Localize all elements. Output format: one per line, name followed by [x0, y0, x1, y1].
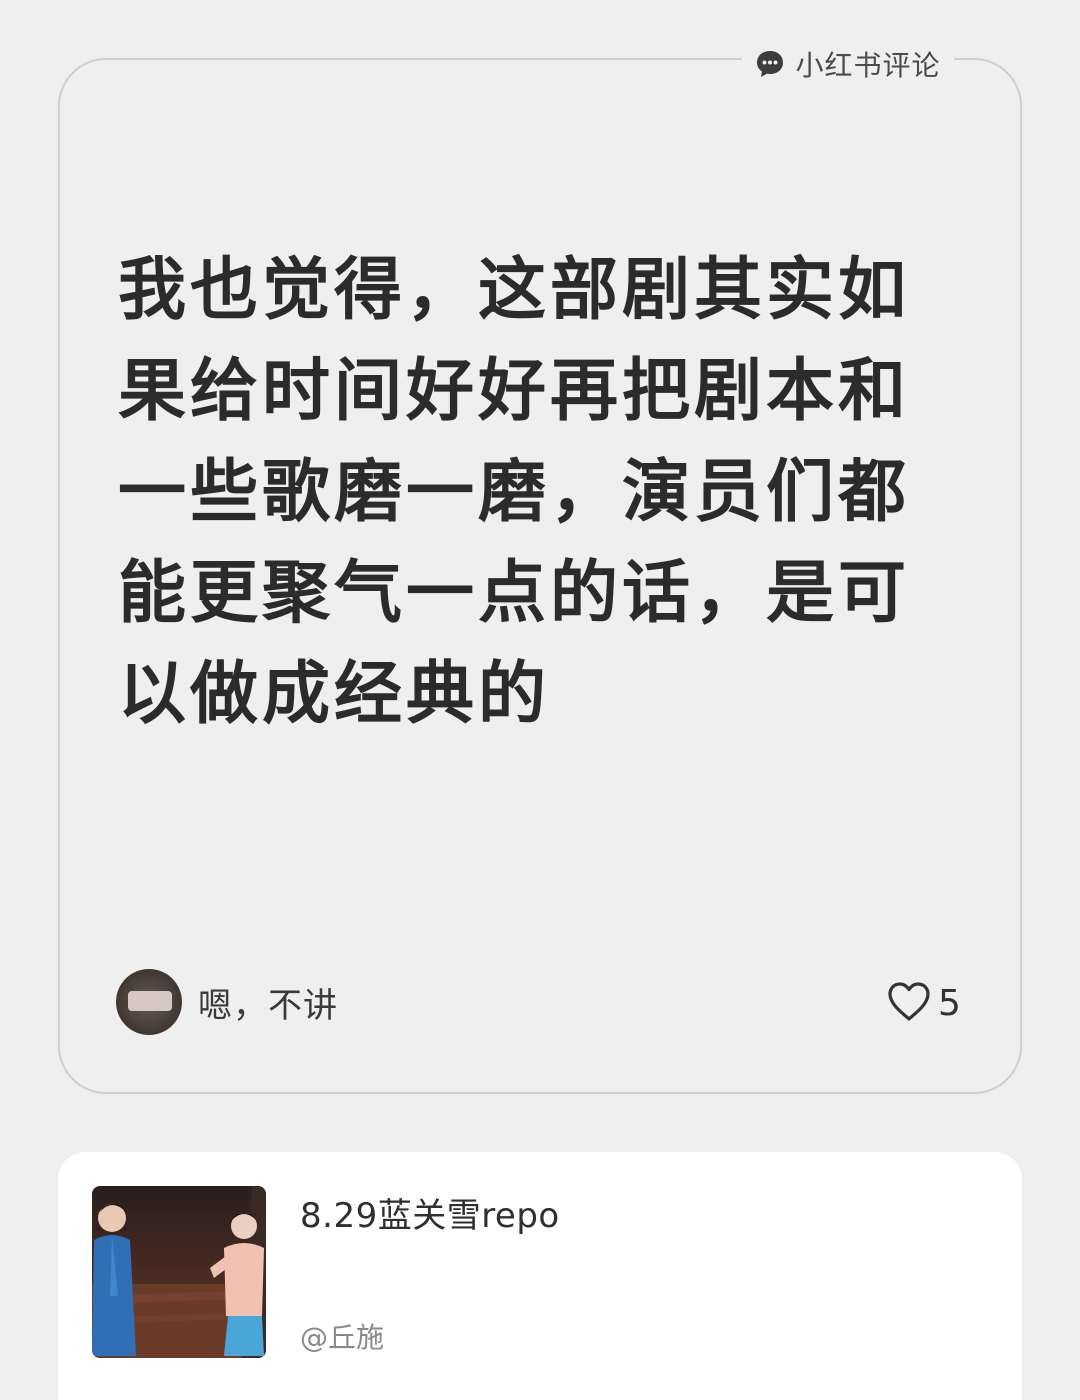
comment-bubble-icon [755, 49, 785, 79]
like-button[interactable]: 5 [886, 978, 961, 1028]
comment-text: 我也觉得，这部剧其实如果给时间好好再把剧本和一些歌磨一磨，演员们都能更聚气一点的… [118, 251, 911, 734]
note-thumbnail[interactable] [92, 1186, 266, 1358]
comment-author[interactable]: 嗯，不讲 [116, 968, 338, 1036]
author-name[interactable]: 嗯，不讲 [198, 978, 338, 1027]
source-label: 小红书评论 [795, 49, 941, 82]
page: 小红书评论 我也觉得，这部剧其实如果给时间好好再把剧本和一些歌磨一磨，演员们都能… [0, 0, 1080, 1400]
avatar[interactable] [116, 969, 182, 1035]
note-author[interactable]: @丘施 [300, 1316, 384, 1356]
note-title[interactable]: 8.29蓝关雪repo [300, 1188, 560, 1237]
source-tag: 小红书评论 [742, 40, 954, 88]
heart-icon[interactable] [886, 980, 932, 1026]
note-card[interactable]: 8.29蓝关雪repo @丘施 [58, 1152, 1022, 1400]
like-count: 5 [938, 982, 961, 1024]
